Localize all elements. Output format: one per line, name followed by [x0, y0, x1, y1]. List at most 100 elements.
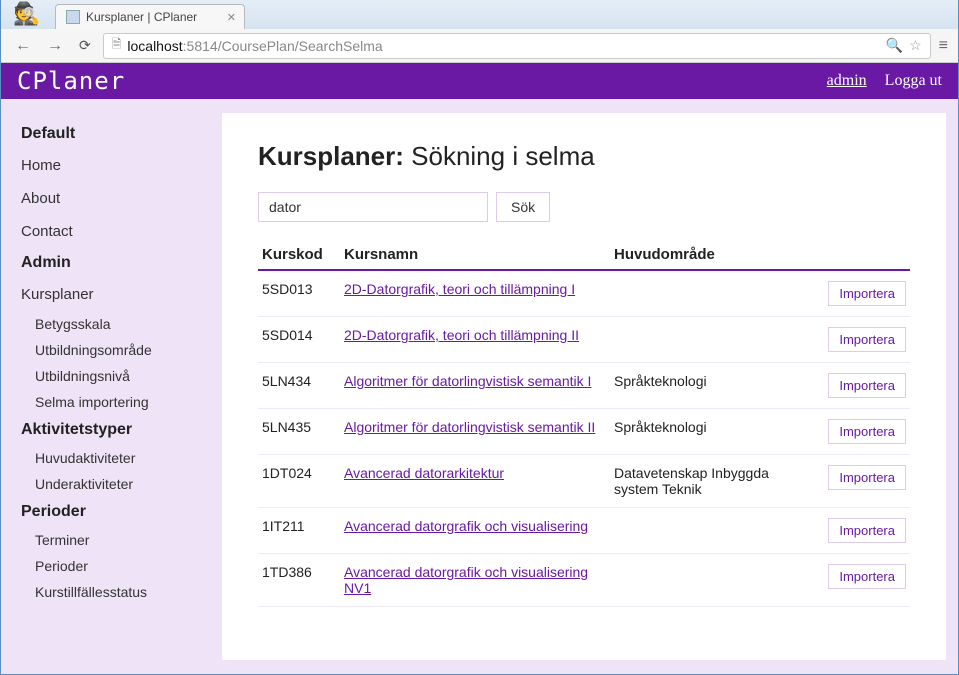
cell-code: 5LN434 [258, 363, 340, 409]
col-action [815, 240, 910, 270]
nav-subitem[interactable]: Utbildningsområde [21, 337, 212, 363]
import-button[interactable]: Importera [828, 518, 906, 543]
tab-title: Kursplaner | CPlaner [86, 10, 197, 24]
search-input[interactable] [258, 192, 488, 222]
cell-area: Språkteknologi [610, 409, 815, 455]
cell-code: 1TD386 [258, 554, 340, 607]
table-row: 5SD0132D-Datorgrafik, teori och tillämpn… [258, 270, 910, 317]
import-button[interactable]: Importera [828, 373, 906, 398]
cell-area: Datavetenskap Inbyggda system Teknik [610, 455, 815, 508]
cell-area [610, 317, 815, 363]
cell-name: Avancerad datorgrafik och visualisering … [340, 554, 610, 607]
course-link[interactable]: 2D-Datorgrafik, teori och tillämpning II [344, 327, 579, 343]
import-button[interactable]: Importera [828, 564, 906, 589]
cell-action: Importera [815, 554, 910, 607]
cell-area [610, 554, 815, 607]
import-button[interactable]: Importera [828, 281, 906, 306]
col-area: Huvudområde [610, 240, 815, 270]
nav-subitem[interactable]: Perioder [21, 553, 212, 579]
import-button[interactable]: Importera [828, 465, 906, 490]
search-button[interactable]: Sök [496, 192, 550, 222]
nav-subitem[interactable]: Terminer [21, 527, 212, 553]
table-row: 5LN434Algoritmer för datorlingvistisk se… [258, 363, 910, 409]
nav-group: Perioder [21, 503, 212, 521]
content-area: Kursplaner: Sökning i selma Sök Kurskod … [216, 99, 958, 674]
nav-group: Admin [21, 254, 212, 272]
user-link[interactable]: admin [827, 72, 867, 90]
course-link[interactable]: Algoritmer för datorlingvistisk semantik… [344, 373, 591, 389]
cell-area [610, 270, 815, 317]
nav-subitem[interactable]: Huvudaktiviteter [21, 445, 212, 471]
cell-action: Importera [815, 455, 910, 508]
forward-button[interactable]: → [43, 37, 67, 55]
cell-code: 1DT024 [258, 455, 340, 508]
reload-button[interactable]: ⟳ [75, 37, 95, 54]
nav-item[interactable]: Home [21, 149, 212, 182]
nav-group: Aktivitetstyper [21, 421, 212, 439]
nav-item[interactable]: Contact [21, 215, 212, 248]
cell-area: Språkteknologi [610, 363, 815, 409]
search-row: Sök [258, 192, 910, 222]
app-body: Default HomeAboutContact Admin KursplanerBe… [1, 99, 958, 674]
table-row: 1IT211Avancerad datorgrafik och visualis… [258, 508, 910, 554]
browser-window: — ▢ ✕ 🕵 Kursplaner | CPlaner ✕ ← → ⟳ 🗎 l… [0, 0, 959, 675]
import-button[interactable]: Importera [828, 327, 906, 352]
cell-action: Importera [815, 317, 910, 363]
nav-subitem[interactable]: Betygsskala [21, 311, 212, 337]
table-row: 1DT024Avancerad datorarkitektur Dataveten… [258, 455, 910, 508]
cell-name: Algoritmer för datorlingvistisk semantik… [340, 363, 610, 409]
nav-subitem[interactable]: Kurstillfällesstatus [21, 579, 212, 605]
course-link[interactable]: Avancerad datorgrafik och visualisering [344, 518, 588, 534]
incognito-icon: 🕵 [13, 1, 40, 27]
app-header: CPlaner admin Logga ut [1, 63, 958, 99]
favicon-icon [66, 10, 80, 24]
zoom-icon[interactable]: 🔍 [886, 37, 903, 54]
nav-item[interactable]: Kursplaner [21, 278, 212, 311]
nav-subitem[interactable]: Selma importering [21, 389, 212, 415]
omnibox-actions: 🔍 ☆ [886, 37, 922, 54]
page-title: Kursplaner: Sökning i selma [258, 141, 910, 172]
app-title: CPlaner [17, 67, 125, 95]
browser-menu-button[interactable]: ≡ [939, 37, 948, 55]
import-button[interactable]: Importera [828, 419, 906, 444]
app-header-right: admin Logga ut [827, 72, 942, 90]
course-link[interactable]: Avancerad datorarkitektur [344, 465, 504, 481]
course-link[interactable]: Avancerad datorgrafik och visualisering … [344, 564, 588, 596]
course-link[interactable]: 2D-Datorgrafik, teori och tillämpning I [344, 281, 575, 297]
cell-code: 1IT211 [258, 508, 340, 554]
cell-name: Avancerad datorgrafik och visualisering [340, 508, 610, 554]
browser-tab[interactable]: Kursplaner | CPlaner ✕ [55, 4, 245, 29]
cell-code: 5LN435 [258, 409, 340, 455]
cell-name: Algoritmer för datorlingvistisk semantik… [340, 409, 610, 455]
cell-name: 2D-Datorgrafik, teori och tillämpning I [340, 270, 610, 317]
table-row: 5SD0142D-Datorgrafik, teori och tillämpn… [258, 317, 910, 363]
nav-subitem[interactable]: Utbildningsnivå [21, 363, 212, 389]
cell-action: Importera [815, 363, 910, 409]
cell-area [610, 508, 815, 554]
cell-code: 5SD014 [258, 317, 340, 363]
close-icon[interactable]: ✕ [227, 11, 236, 24]
results-table: Kurskod Kursnamn Huvudområde 5SD0132D-Da… [258, 240, 910, 607]
col-code: Kurskod [258, 240, 340, 270]
nav-item[interactable]: About [21, 182, 212, 215]
cell-action: Importera [815, 270, 910, 317]
url-host: localhost:5814/CoursePlan/SearchSelma [127, 38, 382, 54]
table-row: 1TD386Avancerad datorgrafik och visualis… [258, 554, 910, 607]
main-panel: Kursplaner: Sökning i selma Sök Kurskod … [222, 113, 946, 660]
address-bar: ← → ⟳ 🗎 localhost:5814/CoursePlan/Search… [1, 29, 958, 63]
col-name: Kursnamn [340, 240, 610, 270]
cell-name: 2D-Datorgrafik, teori och tillämpning II [340, 317, 610, 363]
cell-action: Importera [815, 508, 910, 554]
nav-subitem[interactable]: Underaktiviteter [21, 471, 212, 497]
cell-code: 5SD013 [258, 270, 340, 317]
sidebar: Default HomeAboutContact Admin KursplanerBe… [1, 99, 216, 674]
url-input[interactable]: 🗎 localhost:5814/CoursePlan/SearchSelma … [103, 33, 931, 59]
table-row: 5LN435Algoritmer för datorlingvistisk se… [258, 409, 910, 455]
star-icon[interactable]: ☆ [909, 37, 922, 54]
course-link[interactable]: Algoritmer för datorlingvistisk semantik… [344, 419, 595, 435]
nav-group: Default [21, 125, 212, 143]
cell-action: Importera [815, 409, 910, 455]
back-button[interactable]: ← [11, 37, 35, 55]
tab-strip: 🕵 Kursplaner | CPlaner ✕ [1, 0, 958, 29]
logout-link[interactable]: Logga ut [885, 72, 942, 90]
